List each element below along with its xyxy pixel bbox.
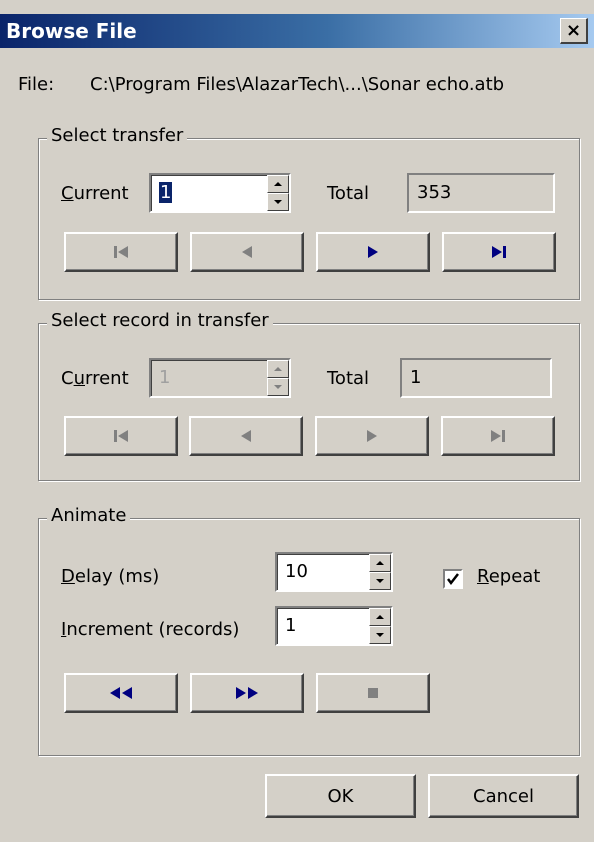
transfer-next-button[interactable]	[316, 232, 430, 272]
record-previous-button[interactable]	[189, 416, 303, 456]
record-current-up-arrow[interactable]	[267, 360, 289, 378]
select-record-legend: Select record in transfer	[47, 310, 273, 331]
increment-label: Increment (records)	[61, 619, 240, 640]
first-icon	[114, 430, 128, 442]
window-title: Browse File	[6, 19, 137, 43]
delay-label: Delay (ms)	[61, 566, 160, 587]
ok-button[interactable]: OK	[265, 774, 416, 818]
ok-button-label: OK	[327, 785, 354, 807]
record-current-down-arrow[interactable]	[267, 378, 289, 396]
record-last-button[interactable]	[441, 416, 555, 456]
title-bar[interactable]: Browse File ×	[0, 14, 594, 48]
increment-up-arrow[interactable]	[369, 608, 391, 626]
delay-input[interactable]: 10	[285, 561, 308, 582]
file-row: File: C:\Program Files\AlazarTech\...\Son…	[18, 74, 504, 95]
previous-icon	[241, 430, 251, 442]
stop-icon	[368, 688, 378, 698]
delay-spinner[interactable]: 10	[275, 552, 393, 592]
cancel-button-label: Cancel	[473, 785, 534, 807]
close-button[interactable]: ×	[560, 18, 588, 44]
rewind-icon	[110, 687, 132, 699]
fast-forward-button[interactable]	[190, 673, 304, 713]
select-transfer-legend: Select transfer	[47, 125, 188, 146]
increment-spinner[interactable]: 1	[275, 606, 393, 646]
record-total-field: 1	[400, 358, 552, 398]
transfer-first-button[interactable]	[64, 232, 178, 272]
last-icon	[492, 246, 506, 258]
checkmark-icon	[447, 573, 459, 586]
repeat-checkbox[interactable]	[443, 569, 463, 589]
transfer-previous-button[interactable]	[190, 232, 304, 272]
transfer-total-field: 353	[407, 173, 555, 213]
record-total-label: Total	[327, 368, 370, 389]
next-icon	[367, 430, 377, 442]
select-transfer-group: Select transfer Current 1 Total 353	[38, 125, 580, 300]
cancel-button[interactable]: Cancel	[428, 774, 579, 818]
record-current-label: Current	[61, 368, 129, 389]
select-record-group: Select record in transfer Current 1 Tota…	[38, 310, 580, 481]
animate-legend: Animate	[47, 505, 131, 526]
transfer-last-button[interactable]	[442, 232, 556, 272]
next-icon	[368, 246, 378, 258]
transfer-total-value: 353	[417, 182, 452, 203]
record-current-spinner[interactable]: 1	[149, 358, 291, 398]
transfer-current-down-arrow[interactable]	[267, 193, 289, 211]
delay-down-arrow[interactable]	[369, 572, 391, 590]
delay-up-arrow[interactable]	[369, 554, 391, 572]
animate-group: Animate Delay (ms) 10 Repeat Increment (…	[38, 505, 580, 756]
last-icon	[491, 430, 505, 442]
record-next-button[interactable]	[315, 416, 429, 456]
browse-file-dialog: Browse File × File: C:\Program Files\Alaz…	[0, 0, 594, 842]
repeat-label[interactable]: Repeat	[477, 566, 540, 587]
close-icon: ×	[565, 20, 582, 41]
record-current-input[interactable]: 1	[159, 367, 170, 388]
rewind-button[interactable]	[64, 673, 178, 713]
first-icon	[114, 246, 128, 258]
transfer-total-label: Total	[327, 183, 370, 204]
increment-down-arrow[interactable]	[369, 626, 391, 644]
transfer-current-label: Current	[61, 183, 129, 204]
transfer-current-input[interactable]: 1	[159, 182, 173, 203]
file-path: C:\Program Files\AlazarTech\...\Sonar ec…	[90, 74, 505, 95]
fast-forward-icon	[236, 687, 258, 699]
stop-button[interactable]	[316, 673, 430, 713]
transfer-current-up-arrow[interactable]	[267, 175, 289, 193]
increment-input[interactable]: 1	[285, 615, 296, 636]
previous-icon	[242, 246, 252, 258]
record-first-button[interactable]	[64, 416, 178, 456]
record-total-value: 1	[410, 367, 422, 388]
transfer-current-spinner[interactable]: 1	[149, 173, 291, 213]
file-label: File:	[18, 74, 55, 95]
